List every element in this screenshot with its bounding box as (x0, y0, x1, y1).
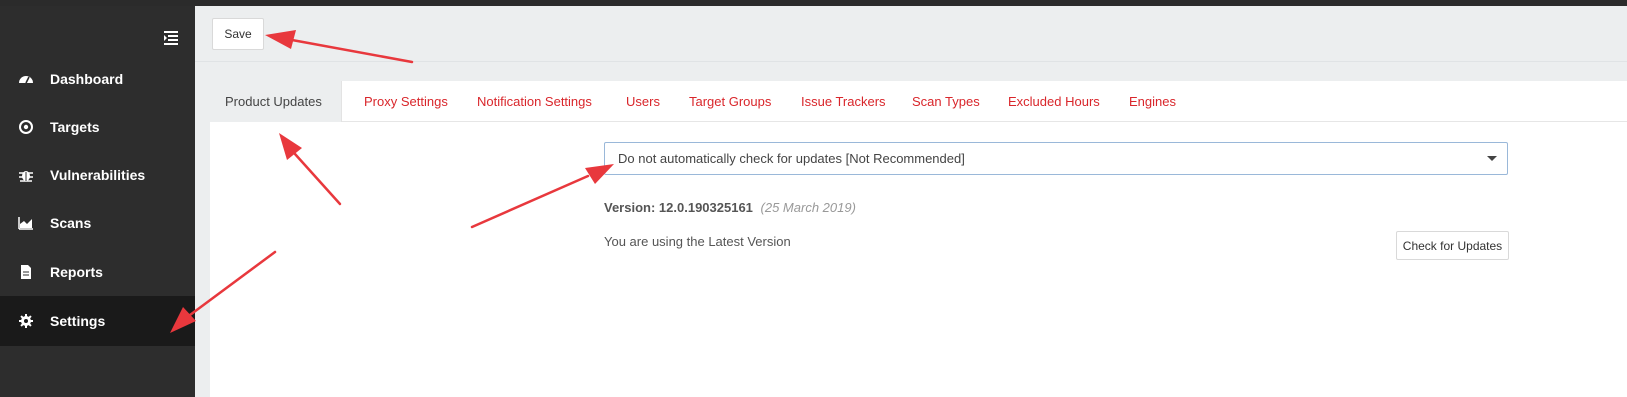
tab-engines[interactable]: Engines (1113, 81, 1192, 122)
version-label: Version: (604, 200, 656, 215)
sidebar-item-targets[interactable]: Targets (0, 102, 195, 152)
chevron-down-icon (1487, 156, 1497, 161)
sidebar-item-reports[interactable]: Reports (0, 247, 195, 297)
sidebar-item-vulnerabilities[interactable]: Vulnerabilities (0, 150, 195, 200)
sidebar-item-label: Settings (50, 313, 106, 329)
dashboard-icon (18, 71, 34, 87)
tab-proxy-settings[interactable]: Proxy Settings (348, 81, 464, 122)
update-status-text: You are using the Latest Version (604, 234, 791, 249)
area-chart-icon (18, 215, 34, 231)
settings-tabs: Product Updates Proxy Settings Notificat… (210, 81, 1627, 122)
tab-users[interactable]: Users (610, 81, 676, 122)
tab-target-groups[interactable]: Target Groups (673, 81, 787, 122)
gear-icon (18, 313, 34, 329)
target-icon (18, 119, 34, 135)
sidebar-item-label: Dashboard (50, 71, 124, 87)
save-button[interactable]: Save (212, 18, 264, 50)
sidebar-item-scans[interactable]: Scans (0, 198, 195, 248)
sidebar: Dashboard Targets Vulnerabilities Scans … (0, 6, 195, 397)
version-number: 12.0.190325161 (658, 200, 753, 215)
tab-issue-trackers[interactable]: Issue Trackers (785, 81, 902, 122)
sidebar-item-label: Vulnerabilities (50, 167, 146, 183)
sidebar-item-label: Targets (50, 119, 100, 135)
bug-icon (18, 167, 34, 183)
tab-excluded-hours[interactable]: Excluded Hours (992, 81, 1116, 122)
check-for-updates-button[interactable]: Check for Updates (1396, 231, 1509, 260)
sidebar-item-label: Reports (50, 264, 103, 280)
document-icon (18, 264, 34, 280)
tab-notification-settings[interactable]: Notification Settings (461, 81, 608, 122)
toolbar: Save (195, 6, 1627, 62)
update-mode-value: Do not automatically check for updates [… (618, 151, 965, 166)
sidebar-item-dashboard[interactable]: Dashboard (0, 54, 195, 104)
sidebar-item-settings[interactable]: Settings (0, 296, 195, 346)
tab-product-updates[interactable]: Product Updates (210, 81, 342, 122)
version-info: Version: 12.0.190325161 (25 March 2019) (604, 200, 856, 215)
update-mode-select[interactable]: Do not automatically check for updates [… (604, 142, 1508, 175)
settings-panel: Product Updates Proxy Settings Notificat… (210, 81, 1627, 397)
tab-scan-types[interactable]: Scan Types (896, 81, 996, 122)
sidebar-item-label: Scans (50, 215, 92, 231)
version-date: (25 March 2019) (760, 200, 856, 215)
sidebar-toggle-icon[interactable] (160, 26, 182, 48)
